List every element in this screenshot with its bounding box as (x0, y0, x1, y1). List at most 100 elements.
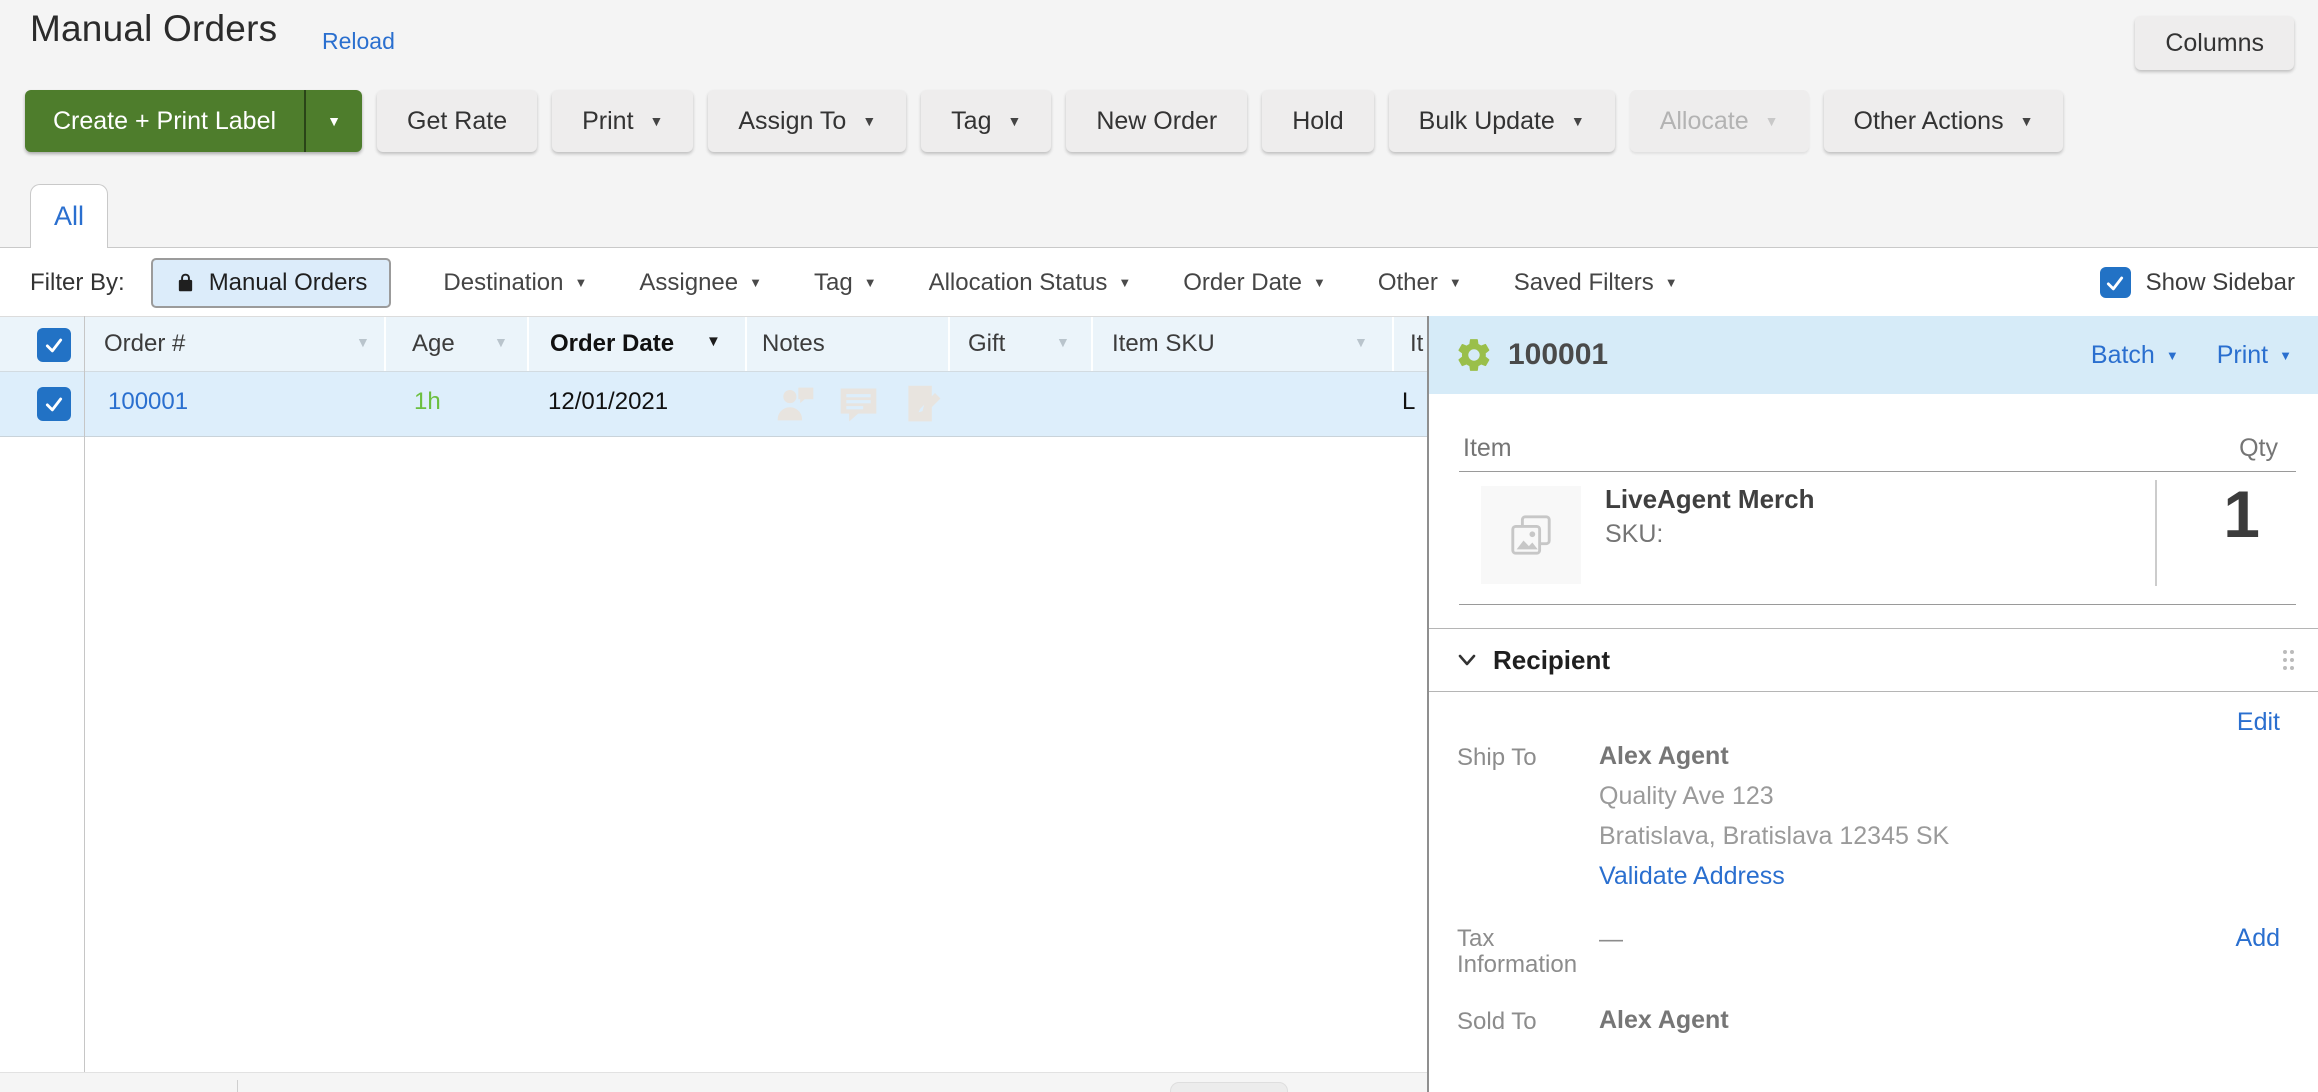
sort-icon[interactable]: ▼ (1354, 334, 1368, 350)
toolbar: Create + Print Label ▼ Get Rate Print ▼ … (25, 90, 2063, 152)
select-all-checkbox[interactable] (37, 328, 71, 362)
column-separator (1392, 317, 1394, 372)
tab-all[interactable]: All (30, 184, 108, 248)
filter-other[interactable]: Other ▼ (1378, 269, 1462, 297)
image-placeholder-icon (1508, 512, 1554, 558)
col-header-order-date[interactable]: Order Date (550, 330, 674, 358)
assignee-label: Assignee (639, 269, 738, 297)
allocation-status-label: Allocation Status (929, 269, 1108, 297)
assign-to-button[interactable]: Assign To ▼ (708, 90, 906, 152)
edit-recipient-link[interactable]: Edit (2237, 708, 2280, 737)
tag-button[interactable]: Tag ▼ (921, 90, 1051, 152)
col-header-age[interactable]: Age (412, 330, 455, 358)
drag-handle-icon[interactable] (2281, 648, 2296, 672)
columns-button[interactable]: Columns (2135, 16, 2294, 70)
other-filter-label: Other (1378, 269, 1438, 297)
gear-icon[interactable] (1455, 336, 1493, 374)
chevron-down-icon: ▼ (1449, 276, 1462, 289)
row-checkbox[interactable] (37, 387, 71, 421)
recipient-section-header[interactable]: Recipient (1429, 628, 2318, 692)
col-header-notes[interactable]: Notes (762, 330, 825, 358)
filter-bar: Filter By: Manual Orders Destination ▼ A… (0, 249, 2318, 316)
get-rate-button[interactable]: Get Rate (377, 90, 537, 152)
filter-order-date[interactable]: Order Date ▼ (1183, 269, 1326, 297)
order-number-link[interactable]: 100001 (108, 388, 188, 416)
sort-icon[interactable]: ▼ (494, 334, 508, 350)
locked-filter-label: Manual Orders (209, 269, 368, 297)
column-separator (948, 317, 950, 372)
tax-information-label: Tax Information (1457, 926, 1587, 979)
order-date-filter-label: Order Date (1183, 269, 1302, 297)
chevron-down-icon[interactable] (1457, 653, 1477, 667)
allocate-button: Allocate ▼ (1630, 90, 1809, 152)
batch-dropdown[interactable]: Batch ▼ (2091, 341, 2179, 370)
locked-filter-chip[interactable]: Manual Orders (151, 258, 392, 308)
order-age: 1h (414, 388, 441, 416)
col-header-item-sku[interactable]: Item SKU (1112, 330, 1215, 358)
items-col-qty: Qty (2239, 434, 2278, 463)
internal-notes-icon[interactable] (899, 381, 944, 426)
filter-destination[interactable]: Destination ▼ (443, 269, 587, 297)
chevron-down-icon: ▼ (1313, 276, 1326, 289)
footer-divider (237, 1080, 238, 1092)
chevron-down-icon: ▼ (2279, 349, 2292, 362)
other-actions-button[interactable]: Other Actions ▼ (1824, 90, 2064, 152)
show-sidebar-label: Show Sidebar (2146, 269, 2295, 297)
item-name: LiveAgent Merch (1605, 484, 1815, 515)
order-row[interactable]: 100001 1h 12/01/2021 L (0, 372, 1427, 437)
hold-button[interactable]: Hold (1262, 90, 1373, 152)
sort-icon[interactable]: ▼ (706, 333, 721, 350)
col-header-gift[interactable]: Gift (968, 330, 1005, 358)
column-separator (1091, 317, 1093, 372)
column-separator (384, 317, 386, 372)
manual-orders-page: Manual Orders Reload Columns Create + Pr… (0, 0, 2318, 1092)
note-to-buyer-icon[interactable] (836, 381, 881, 426)
recipient-title: Recipient (1493, 645, 1610, 676)
ship-to-name: Alex Agent (1599, 742, 1729, 771)
filter-saved-filters[interactable]: Saved Filters ▼ (1514, 269, 1678, 297)
chevron-down-icon: ▼ (2166, 349, 2179, 362)
check-icon (44, 335, 64, 355)
print-button[interactable]: Print ▼ (552, 90, 693, 152)
create-print-label-button[interactable]: Create + Print Label ▼ (25, 90, 362, 152)
sort-icon[interactable]: ▼ (1056, 334, 1070, 350)
filter-assignee[interactable]: Assignee ▼ (639, 269, 762, 297)
column-separator (527, 317, 529, 372)
chevron-down-icon[interactable]: ▼ (306, 90, 362, 152)
filter-allocation-status[interactable]: Allocation Status ▼ (929, 269, 1132, 297)
grid-footer (0, 1072, 1427, 1092)
other-actions-label: Other Actions (1854, 107, 2004, 136)
chevron-down-icon: ▼ (1118, 276, 1131, 289)
ship-to-address-line1: Quality Ave 123 (1599, 782, 1774, 811)
new-order-button[interactable]: New Order (1066, 90, 1247, 152)
bulk-update-button[interactable]: Bulk Update ▼ (1389, 90, 1615, 152)
ship-to-address-line2: Bratislava, Bratislava 12345 SK (1599, 822, 1949, 851)
column-separator (745, 317, 747, 372)
order-date-value: 12/01/2021 (548, 388, 668, 416)
footer-button-partial[interactable] (1170, 1082, 1288, 1092)
print-label: Print (582, 107, 633, 136)
items-header-rule (1459, 471, 2296, 472)
chevron-down-icon: ▼ (1571, 114, 1585, 128)
chevron-down-icon: ▼ (1665, 276, 1678, 289)
reload-link[interactable]: Reload (322, 28, 395, 55)
allocate-label: Allocate (1660, 107, 1749, 136)
ship-to-label: Ship To (1457, 744, 1537, 772)
check-icon (44, 394, 64, 414)
chevron-down-icon: ▼ (862, 114, 876, 128)
filter-tag[interactable]: Tag ▼ (814, 269, 877, 297)
filter-by-label: Filter By: (30, 269, 125, 297)
col-header-order[interactable]: Order # (104, 330, 185, 358)
saved-filters-label: Saved Filters (1514, 269, 1654, 297)
sold-to-value: Alex Agent (1599, 1006, 1729, 1035)
col-header-item-name-truncated[interactable]: It (1410, 330, 1423, 358)
show-sidebar-checkbox[interactable] (2100, 267, 2131, 298)
show-sidebar-toggle[interactable]: Show Sidebar (2100, 249, 2295, 316)
add-tax-information-link[interactable]: Add (2236, 924, 2280, 953)
sort-icon[interactable]: ▼ (356, 334, 370, 350)
tag-filter-label: Tag (814, 269, 853, 297)
validate-address-link[interactable]: Validate Address (1599, 862, 1785, 891)
chevron-down-icon: ▼ (749, 276, 762, 289)
buyer-note-icon[interactable] (773, 381, 818, 426)
print-dropdown[interactable]: Print ▼ (2217, 341, 2292, 370)
